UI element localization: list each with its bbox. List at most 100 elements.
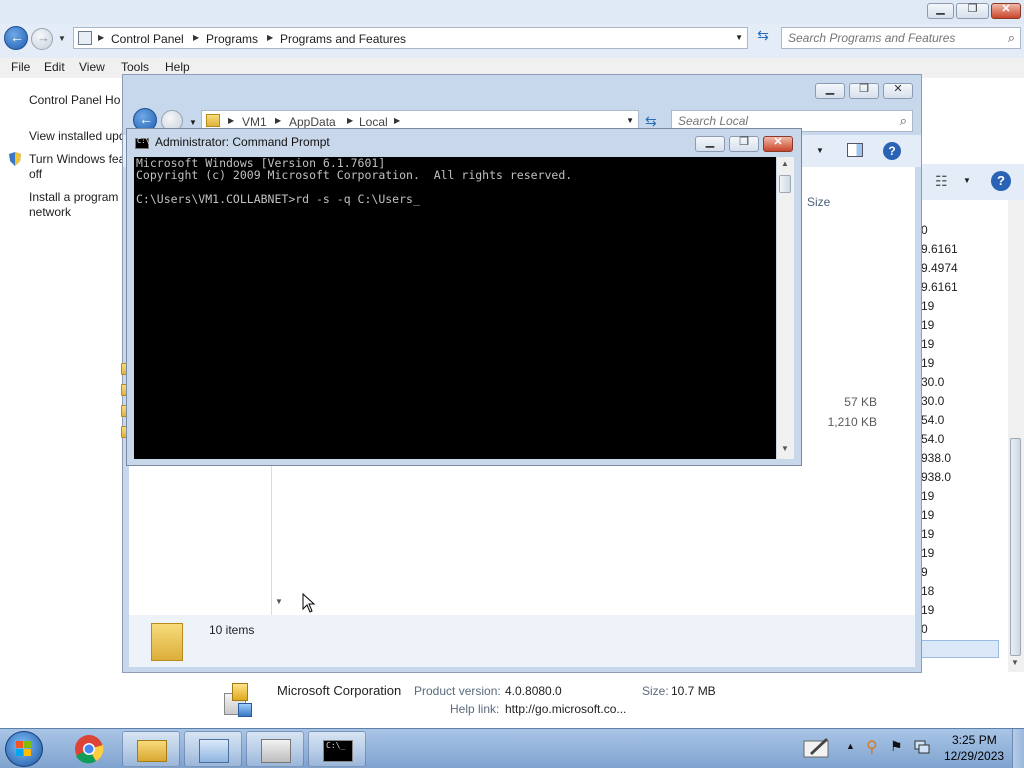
forward-arrow-icon: → (37, 30, 50, 45)
search-icon[interactable]: ⌕ (900, 113, 907, 129)
clock-time[interactable]: 3:25 PM (952, 733, 997, 747)
version-cell: 19 (921, 546, 935, 560)
size-label: Size: (642, 684, 669, 698)
control-panel-navbar: ← → ▼ ▶ Control Panel ▶ Programs ▶ Progr… (0, 24, 1024, 58)
control-panel-home-link[interactable]: Control Panel Ho (29, 93, 120, 108)
program-details-pane: Microsoft Corporation Product version: 4… (220, 675, 1020, 727)
help-icon[interactable]: ? (883, 142, 901, 160)
search-local-input[interactable] (678, 114, 878, 128)
clock-date[interactable]: 12/29/2023 (944, 749, 1004, 763)
preview-pane-icon[interactable] (847, 143, 863, 157)
windows-features-link[interactable]: Turn Windows fea off (29, 152, 125, 182)
console-line: Copyright (c) 2009 Microsoft Corporation… (136, 168, 573, 182)
breadcrumb-separator-icon: ▶ (228, 116, 235, 125)
history-dropdown-icon[interactable]: ▼ (189, 118, 197, 127)
search-tray-icon[interactable]: ⚲ (866, 737, 878, 757)
version-cell: 18 (921, 584, 935, 598)
network-icon[interactable] (914, 739, 930, 755)
selected-program-row[interactable] (921, 640, 999, 658)
view-dropdown-icon[interactable]: ▼ (816, 146, 824, 155)
cmd-close-button[interactable]: ✕ (763, 136, 793, 152)
view-options-icon[interactable]: ☷ (935, 173, 948, 190)
forward-button[interactable]: → (31, 28, 53, 50)
size-column-header[interactable]: Size (807, 195, 830, 209)
console-prompt-line: C:\Users\VM1.COLLABNET>rd -s -q C:\Users… (136, 192, 420, 206)
breadcrumb-appdata[interactable]: AppData (289, 115, 336, 129)
scrollbar-thumb[interactable] (779, 175, 791, 193)
version-cell: 19 (921, 299, 935, 313)
programs-toolbar: ☷ ▼ ? (921, 164, 1024, 200)
product-version-value: 4.0.8080.0 (505, 684, 562, 698)
version-cell: 0 (921, 622, 928, 636)
cmd-minimize-button[interactable]: ▁ (695, 136, 725, 152)
scroll-down-icon[interactable]: ▼ (781, 444, 789, 453)
breadcrumb-separator-icon: ▶ (98, 33, 105, 42)
version-cell: 19 (921, 318, 935, 332)
help-link-value[interactable]: http://go.microsoft.co... (505, 702, 626, 716)
taskbar-control-panel[interactable] (184, 731, 242, 767)
mouse-cursor-icon (302, 593, 316, 613)
address-dropdown-icon[interactable]: ▼ (735, 33, 743, 42)
scroll-down-icon[interactable]: ▼ (1011, 658, 1019, 667)
close-button[interactable]: ✕ (991, 3, 1021, 19)
start-button[interactable] (5, 731, 43, 767)
close-icon: ✕ (1001, 3, 1011, 15)
search-programs-box[interactable]: ⌕ (781, 27, 1021, 49)
cmd-scrollbar[interactable]: ▲ ▼ (777, 157, 794, 459)
view-dropdown-icon[interactable]: ▼ (963, 176, 971, 185)
install-from-network-link[interactable]: Install a program f network (29, 190, 125, 220)
back-button[interactable]: ← (4, 26, 28, 50)
menu-edit[interactable]: Edit (44, 60, 65, 74)
install-network-text-1: Install a program f (29, 190, 126, 204)
search-icon[interactable]: ⌕ (1008, 30, 1015, 46)
address-bar[interactable]: ▶ Control Panel ▶ Programs ▶ Programs an… (73, 27, 748, 49)
taskbar-disk-utility[interactable] (246, 731, 304, 767)
version-cell: 30.0 (921, 394, 945, 408)
menu-file[interactable]: File (11, 60, 30, 74)
explorer-close-button[interactable]: ✕ (883, 83, 913, 99)
control-panel-titlebar: ▁ ❐ ✕ (0, 0, 1024, 24)
program-installer-icon (224, 683, 252, 717)
show-desktop-button[interactable] (1012, 729, 1024, 768)
breadcrumb-local[interactable]: Local (359, 115, 388, 129)
pen-input-icon[interactable] (802, 735, 832, 761)
view-installed-updates-link[interactable]: View installed upd (29, 129, 126, 144)
menu-tools[interactable]: Tools (121, 60, 149, 74)
refresh-icon[interactable]: ⇆ (752, 27, 774, 49)
details-status-bar: 10 items (129, 615, 915, 667)
version-cell: 938.0 (921, 451, 952, 465)
history-dropdown-icon[interactable]: ▼ (58, 34, 66, 43)
show-hidden-icons-icon[interactable]: ▲ (846, 741, 855, 751)
taskbar: C:\_ ▲ ⚲ ⚑ (0, 728, 1024, 768)
breadcrumb-programs-and-features[interactable]: Programs and Features (280, 32, 406, 46)
search-programs-input[interactable] (788, 31, 988, 45)
taskbar-command-prompt[interactable]: C:\_ (308, 731, 366, 767)
explorer-minimize-button[interactable]: ▁ (815, 83, 845, 99)
version-cell: 54.0 (921, 432, 945, 446)
maximize-button[interactable]: ❐ (956, 3, 989, 19)
cmd-maximize-button[interactable]: ❐ (729, 136, 759, 152)
breadcrumb-separator-icon: ▶ (267, 33, 274, 42)
taskbar-explorer[interactable] (122, 731, 180, 767)
scroll-up-icon[interactable]: ▲ (781, 159, 789, 168)
tree-scroll-down-icon[interactable]: ▼ (275, 597, 283, 606)
breadcrumb-vm1[interactable]: VM1 (242, 115, 267, 129)
breadcrumb-control-panel[interactable]: Control Panel (111, 32, 184, 46)
explorer-maximize-button[interactable]: ❐ (849, 83, 879, 99)
menu-help[interactable]: Help (165, 60, 190, 74)
maximize-icon: ❐ (859, 83, 869, 95)
minimize-button[interactable]: ▁ (927, 3, 954, 19)
address-dropdown-icon[interactable]: ▼ (626, 116, 634, 125)
folder-icon (206, 114, 220, 127)
scrollbar-thumb[interactable] (1010, 438, 1021, 656)
version-cell: 19 (921, 603, 935, 617)
action-center-flag-icon[interactable]: ⚑ (890, 738, 903, 755)
programs-list-scrollbar[interactable]: ▼ (1008, 200, 1024, 672)
menu-view[interactable]: View (79, 60, 105, 74)
taskbar-chrome[interactable] (60, 731, 118, 767)
file-size-cell: 1,210 KB (827, 415, 877, 429)
help-icon[interactable]: ? (991, 171, 1011, 191)
window-app-icon (261, 739, 291, 763)
breadcrumb-programs[interactable]: Programs (206, 32, 258, 46)
console-output[interactable]: Microsoft Windows [Version 6.1.7601] Cop… (134, 157, 776, 459)
